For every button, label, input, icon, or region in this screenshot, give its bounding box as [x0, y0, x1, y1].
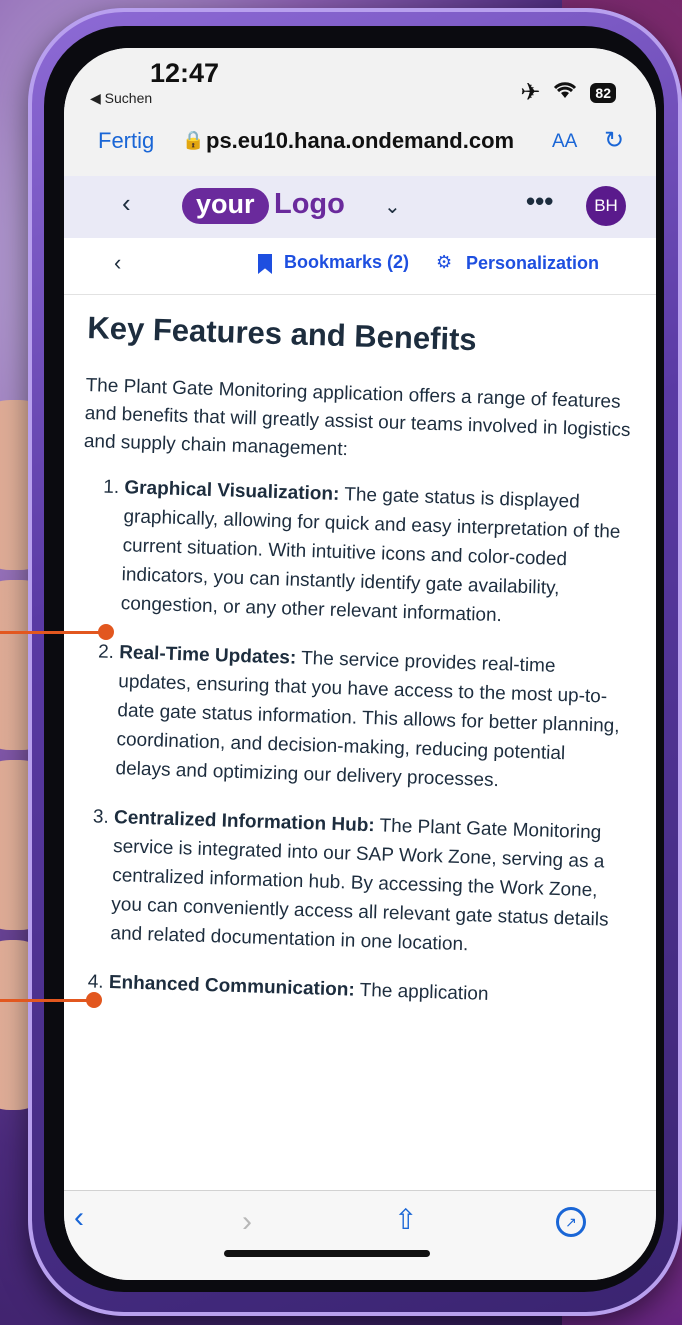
feature-text: The Plant Gate Monitoring service is int…	[110, 815, 609, 956]
bookmark-icon	[258, 254, 272, 274]
logo-text[interactable]: Logo	[274, 188, 345, 221]
callout-line	[0, 631, 104, 634]
status-icons: ✈ 82	[520, 78, 616, 107]
browser-url-bar: Fertig 🔒 ps.eu10.hana.ondemand.com AA ↻	[64, 118, 656, 177]
avatar[interactable]: BH	[586, 186, 626, 226]
compass-icon[interactable]: ↗	[556, 1207, 586, 1237]
bookmarks-button[interactable]: Bookmarks (2)	[284, 252, 409, 273]
url-field[interactable]: ps.eu10.hana.ondemand.com	[206, 128, 514, 154]
back-icon[interactable]: ‹	[122, 188, 131, 219]
more-icon[interactable]: •••	[526, 186, 553, 217]
list-item: Graphical Visualization: The gate status…	[120, 473, 630, 634]
status-time: 12:47	[150, 58, 220, 88]
phone-screen: 12:47 ◀ Suchen ✈ 82 Fertig 🔒 ps.eu10.han…	[64, 48, 656, 1280]
sub-header: ‹ Bookmarks (2) ⚙ Personalization	[64, 238, 656, 295]
list-item: Centralized Information Hub: The Plant G…	[110, 803, 620, 964]
reload-icon[interactable]: ↻	[604, 126, 624, 155]
status-bar: 12:47 ◀ Suchen ✈ 82	[64, 48, 656, 118]
article-content: Key Features and Benefits The Plant Gate…	[66, 310, 636, 1033]
home-indicator	[224, 1250, 430, 1257]
battery-indicator: 82	[590, 82, 616, 103]
list-item: Real-Time Updates: The service provides …	[115, 638, 625, 799]
features-list: Graphical Visualization: The gate status…	[66, 472, 630, 1013]
app-shell-header: ‹ your Logo ⌄ ••• BH	[64, 176, 656, 238]
sub-back-icon[interactable]: ‹	[114, 250, 121, 276]
feature-text: The service provides real-time updates, …	[115, 647, 620, 792]
logo-pill[interactable]: your	[182, 188, 269, 224]
feature-title: Centralized Information Hub:	[113, 807, 376, 837]
back-arrow-icon[interactable]: ‹	[74, 1201, 84, 1235]
browser-toolbar: ‹ › ⇧ ↗	[64, 1190, 656, 1280]
feature-text: The gate status is displayed graphically…	[120, 483, 621, 627]
chevron-down-icon[interactable]: ⌄	[384, 194, 401, 219]
sliders-icon: ⚙	[436, 252, 453, 272]
callout-dot	[86, 992, 102, 1008]
forward-arrow-icon[interactable]: ›	[242, 1205, 252, 1239]
lock-icon: 🔒	[182, 130, 205, 150]
back-to-app-link[interactable]: ◀ Suchen	[90, 90, 152, 107]
feature-title: Graphical Visualization:	[124, 477, 340, 505]
list-item: Enhanced Communication: The application	[108, 968, 615, 1013]
text-size-button[interactable]: AA	[552, 131, 577, 153]
page-title: Key Features and Benefits	[86, 310, 478, 358]
feature-title: Enhanced Communication:	[108, 971, 356, 1001]
intro-paragraph: The Plant Gate Monitoring application of…	[83, 374, 631, 461]
personalization-button[interactable]: Personalization	[466, 253, 599, 274]
wifi-icon	[552, 79, 578, 107]
callout-line	[0, 999, 92, 1002]
feature-text: The application	[354, 979, 489, 1005]
done-button[interactable]: Fertig	[98, 128, 154, 154]
feature-title: Real-Time Updates:	[118, 642, 297, 669]
share-icon[interactable]: ⇧	[394, 1203, 417, 1236]
callout-dot	[98, 624, 114, 640]
airplane-icon: ✈	[520, 79, 541, 106]
